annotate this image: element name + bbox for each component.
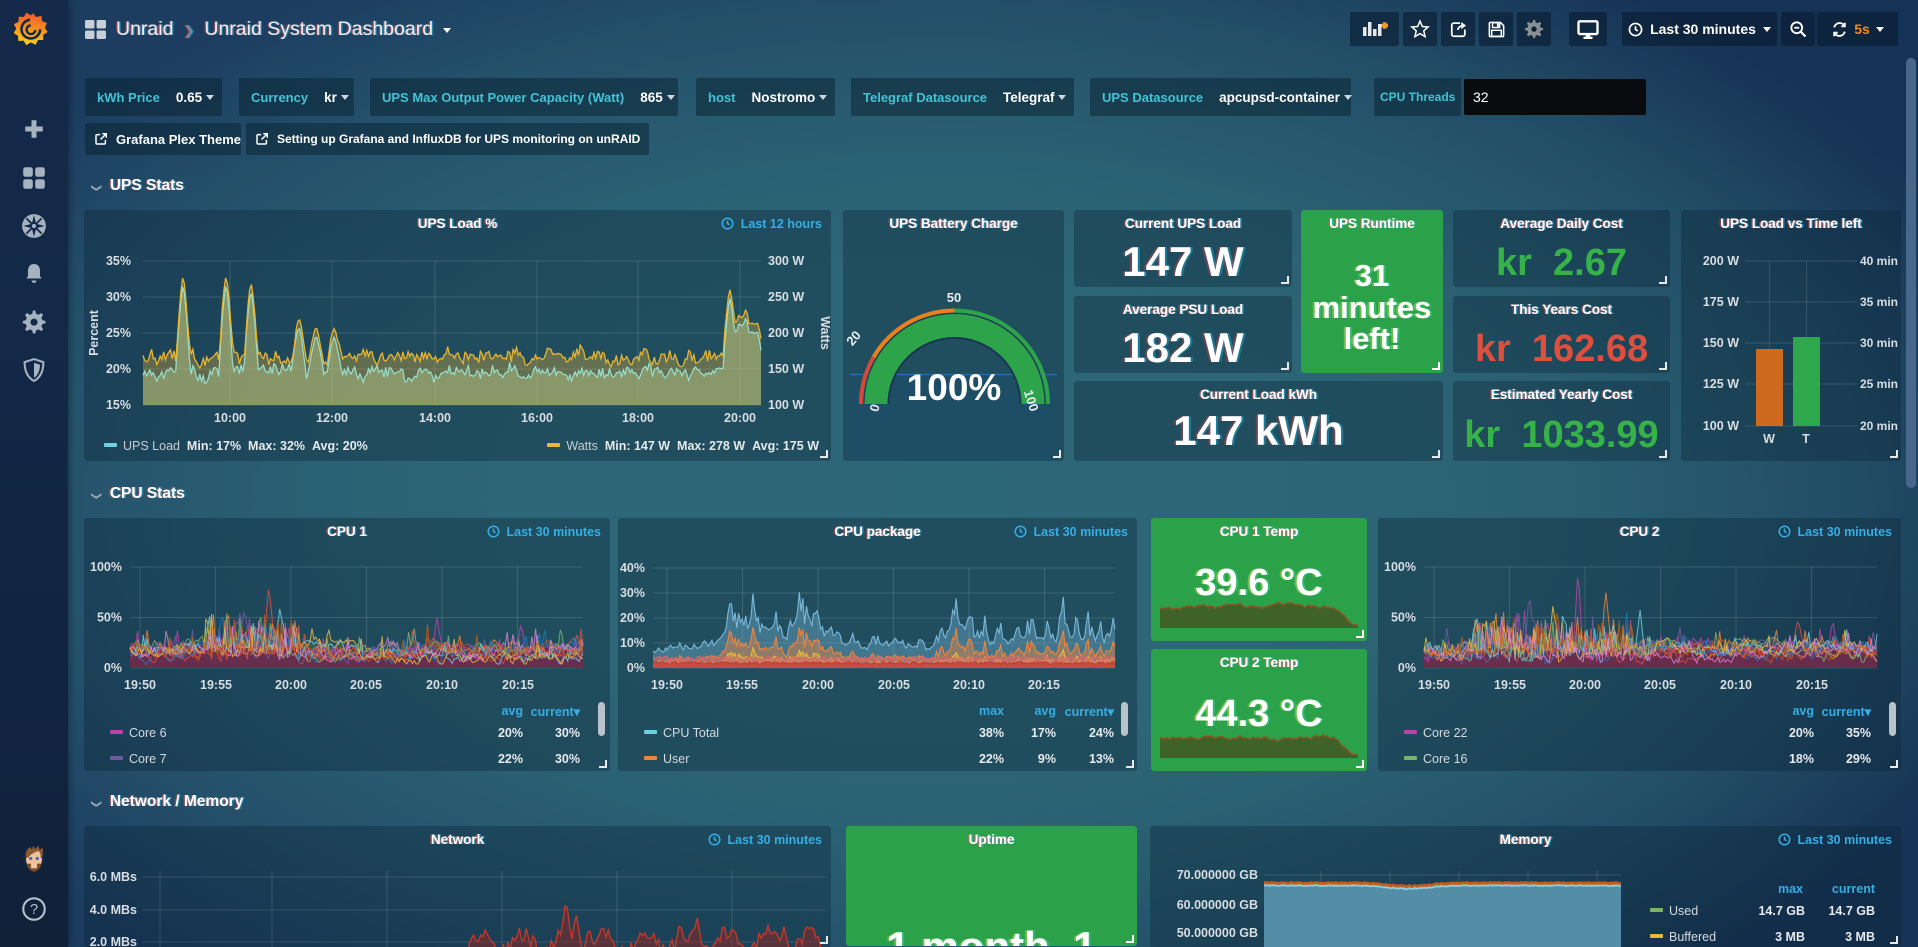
svg-text:100%: 100%: [90, 560, 122, 574]
svg-text:35%: 35%: [106, 254, 131, 268]
svg-text:19:50: 19:50: [651, 678, 683, 692]
svg-text:20:10: 20:10: [953, 678, 985, 692]
svg-text:20:00: 20:00: [802, 678, 834, 692]
svg-text:18:00: 18:00: [622, 411, 654, 425]
svg-text:Percent: Percent: [87, 309, 101, 356]
svg-text:6.0 MBs: 6.0 MBs: [90, 870, 137, 884]
svg-text:20:00: 20:00: [1569, 678, 1601, 692]
svg-text:10:00: 10:00: [214, 411, 246, 425]
svg-text:25%: 25%: [106, 326, 131, 340]
svg-text:30 min: 30 min: [1860, 336, 1898, 350]
svg-text:175 W: 175 W: [1703, 295, 1739, 309]
svg-text:20:05: 20:05: [350, 678, 382, 692]
svg-text:20:05: 20:05: [878, 678, 910, 692]
svg-text:20:00: 20:00: [724, 411, 756, 425]
svg-text:Watts: Watts: [818, 316, 831, 350]
svg-text:0%: 0%: [1398, 661, 1416, 675]
svg-text:19:55: 19:55: [200, 678, 232, 692]
svg-text:T: T: [1802, 432, 1810, 446]
svg-text:20 min: 20 min: [1860, 419, 1898, 433]
svg-text:30%: 30%: [106, 290, 131, 304]
svg-text:20:05: 20:05: [1644, 678, 1676, 692]
svg-text:4.0 MBs: 4.0 MBs: [90, 903, 137, 917]
svg-text:20:00: 20:00: [275, 678, 307, 692]
svg-text:30%: 30%: [620, 586, 645, 600]
svg-text:35 min: 35 min: [1860, 295, 1898, 309]
svg-text:150 W: 150 W: [768, 362, 804, 376]
svg-text:20%: 20%: [620, 611, 645, 625]
svg-text:10%: 10%: [620, 636, 645, 650]
svg-text:20:15: 20:15: [502, 678, 534, 692]
svg-text:12:00: 12:00: [316, 411, 348, 425]
svg-text:19:50: 19:50: [124, 678, 156, 692]
svg-text:40 min: 40 min: [1860, 254, 1898, 268]
svg-text:20%: 20%: [106, 362, 131, 376]
svg-text:19:55: 19:55: [1494, 678, 1526, 692]
svg-text:25 min: 25 min: [1860, 377, 1898, 391]
svg-text:40%: 40%: [620, 561, 645, 575]
svg-text:200 W: 200 W: [768, 326, 804, 340]
svg-text:50%: 50%: [97, 611, 122, 625]
svg-text:150 W: 150 W: [1703, 336, 1739, 350]
svg-text:?: ?: [30, 902, 38, 918]
svg-text:20:15: 20:15: [1796, 678, 1828, 692]
svg-text:100%: 100%: [1384, 560, 1416, 574]
svg-text:20:10: 20:10: [1720, 678, 1752, 692]
svg-text:15%: 15%: [106, 398, 131, 412]
svg-text:50%: 50%: [1391, 611, 1416, 625]
svg-text:200 W: 200 W: [1703, 254, 1739, 268]
svg-text:50: 50: [947, 290, 961, 305]
svg-text:100 W: 100 W: [1703, 419, 1739, 433]
svg-text:300 W: 300 W: [768, 254, 804, 268]
svg-text:60.000000 GB: 60.000000 GB: [1177, 898, 1258, 912]
svg-text:20: 20: [843, 328, 864, 349]
svg-text:16:00: 16:00: [521, 411, 553, 425]
svg-text:0%: 0%: [104, 661, 122, 675]
svg-text:250 W: 250 W: [768, 290, 804, 304]
svg-text:W: W: [1763, 432, 1775, 446]
svg-text:20:15: 20:15: [1028, 678, 1060, 692]
svg-text:0%: 0%: [627, 661, 645, 675]
svg-text:19:50: 19:50: [1418, 678, 1450, 692]
svg-text:50.000000 GB: 50.000000 GB: [1177, 926, 1258, 940]
svg-text:20:10: 20:10: [426, 678, 458, 692]
svg-text:2.0 MBs: 2.0 MBs: [90, 935, 137, 947]
svg-text:100%: 100%: [907, 367, 1002, 408]
svg-text:70.000000 GB: 70.000000 GB: [1177, 868, 1258, 882]
svg-text:125 W: 125 W: [1703, 377, 1739, 391]
svg-text:100 W: 100 W: [768, 398, 804, 412]
svg-text:19:55: 19:55: [726, 678, 758, 692]
svg-text:14:00: 14:00: [419, 411, 451, 425]
